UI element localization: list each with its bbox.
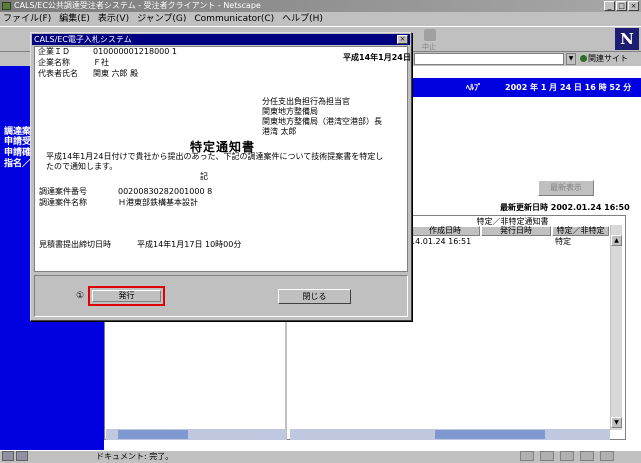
ki-label: 記 bbox=[200, 172, 208, 181]
menu-file[interactable]: ファイル(F) bbox=[3, 12, 51, 26]
right-scroll-thumb[interactable] bbox=[435, 430, 545, 439]
issue-button[interactable]: 発行 bbox=[88, 286, 165, 306]
issuer-line-1: 分任支出負担行為担当官 bbox=[262, 97, 350, 106]
window-title: CALS/EC公共調達受注者システム - 受注者クライアント - Netscap… bbox=[14, 1, 261, 10]
notice-date: 平成14年1月24日 bbox=[343, 53, 411, 62]
scroll-down-icon[interactable]: ▼ bbox=[611, 417, 622, 428]
scroll-up-icon[interactable]: ▲ bbox=[611, 235, 622, 246]
vertical-scrollbar[interactable]: ▲ ▼ bbox=[610, 225, 622, 430]
dialog-title: CALS/EC電子入札システム bbox=[32, 34, 410, 45]
composer-pen-icon[interactable] bbox=[600, 451, 614, 461]
company-name-value: Ｆ社 bbox=[93, 58, 109, 67]
dialog-close-icon[interactable]: × bbox=[397, 35, 408, 44]
last-update: 最新更新日時 2002.01.24 16:50 bbox=[500, 203, 630, 212]
left-scroll-thumb[interactable] bbox=[118, 430, 188, 439]
discussions-icon[interactable] bbox=[560, 451, 574, 461]
window-titlebar: CALS/EC公共調達受注者システム - 受注者クライアント - Netscap… bbox=[0, 0, 641, 12]
issuer-line-2: 関東地方整備局 bbox=[262, 107, 318, 116]
representative-value: 関東 六郎 殿 bbox=[93, 69, 139, 78]
company-id-label: 企業ＩＤ bbox=[38, 47, 70, 56]
navigator-icon[interactable] bbox=[520, 451, 534, 461]
stop-label[interactable]: 中止 bbox=[422, 42, 436, 52]
refresh-button[interactable]: 最新表示 bbox=[538, 180, 594, 196]
connection-icon bbox=[16, 451, 28, 461]
security-indicator[interactable] bbox=[2, 451, 30, 462]
case-number-label: 調達案件番号 bbox=[39, 187, 87, 196]
company-name-label: 企業名称 bbox=[38, 58, 70, 67]
cell-result[interactable]: 特定 bbox=[555, 237, 571, 247]
case-name-value: Ｈ港東部鉄構基本設計 bbox=[118, 198, 198, 207]
menu-communicator[interactable]: Communicator(C) bbox=[194, 12, 274, 26]
menu-bar: ファイル(F) 編集(E) 表示(V) ジャンプ(G) Communicator… bbox=[0, 12, 641, 26]
column-header-created[interactable]: 作成日時 bbox=[410, 226, 480, 236]
representative-label: 代表者氏名 bbox=[38, 69, 78, 78]
step-number: ① bbox=[76, 291, 85, 301]
composer-icon[interactable] bbox=[580, 451, 594, 461]
component-bar bbox=[520, 451, 614, 461]
notice-body: 平成14年1月24日付けで貴社から提出のあった、下記の調達案件について技術提案書… bbox=[46, 152, 384, 171]
nav-item-nomination[interactable]: 指名／ bbox=[4, 156, 31, 169]
column-header-issued[interactable]: 発行日時 bbox=[481, 226, 551, 236]
issuer-line-3: 関東地方整備局（港湾空港部）長 bbox=[262, 117, 382, 126]
menu-view[interactable]: 表示(V) bbox=[98, 12, 129, 26]
app-icon bbox=[2, 2, 11, 10]
lock-icon bbox=[2, 451, 14, 461]
location-dropdown-icon[interactable]: ▼ bbox=[566, 53, 576, 65]
close-button[interactable]: 閉じる bbox=[278, 289, 351, 304]
menu-help[interactable]: ヘルプ(H) bbox=[282, 12, 323, 26]
window-controls: _ □ × bbox=[604, 1, 639, 11]
column-header-result[interactable]: 特定／非特定 bbox=[552, 226, 609, 236]
deadline-value: 平成14年1月17日 10時00分 bbox=[137, 240, 242, 249]
current-datetime: 2002 年 1 月 24 日 16 時 52 分 bbox=[505, 83, 632, 92]
related-sites-label: 関連サイト bbox=[588, 54, 628, 63]
status-text: ドキュメント: 完了。 bbox=[96, 452, 174, 461]
deadline-label: 見積書提出締切日時 bbox=[39, 240, 111, 249]
netscape-logo[interactable]: N bbox=[615, 28, 639, 50]
company-id-value: 010000001218000 1 bbox=[93, 47, 177, 56]
menu-go[interactable]: ジャンプ(G) bbox=[137, 12, 186, 26]
close-window-button[interactable]: × bbox=[628, 1, 639, 11]
related-sites-icon bbox=[580, 55, 587, 62]
location-input[interactable] bbox=[414, 53, 564, 65]
stop-icon[interactable] bbox=[424, 29, 436, 41]
minimize-button[interactable]: _ bbox=[604, 1, 615, 11]
mail-icon[interactable] bbox=[540, 451, 554, 461]
help-link[interactable]: ﾍﾙﾌﾟ bbox=[466, 82, 482, 93]
related-sites-button[interactable]: 関連サイト bbox=[580, 53, 628, 65]
cell-created[interactable]: 14.01.24 16:51 bbox=[410, 237, 471, 247]
case-number-value: 00200830282001000 8 bbox=[118, 187, 213, 196]
maximize-button[interactable]: □ bbox=[616, 1, 627, 11]
menu-edit[interactable]: 編集(E) bbox=[59, 12, 90, 26]
case-name-label: 調達案件名称 bbox=[39, 198, 87, 207]
issue-button-label[interactable]: 発行 bbox=[119, 291, 135, 300]
issuer-line-4: 港湾 太郎 bbox=[262, 127, 297, 136]
